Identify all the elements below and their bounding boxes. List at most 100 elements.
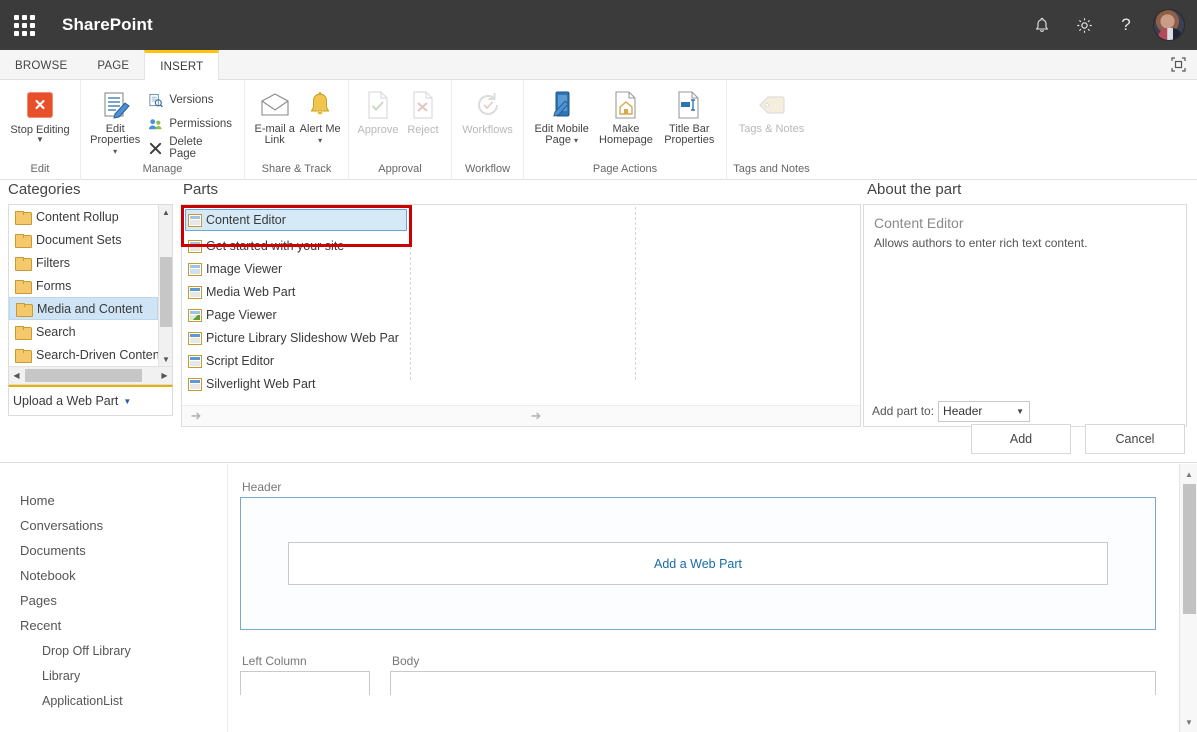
stop-editing-icon: ✕	[27, 88, 53, 122]
edit-mobile-page-button[interactable]: Edit Mobile Page ▾	[530, 84, 593, 146]
part-item-get-started-with-your-site[interactable]: Get started with your site	[186, 235, 344, 257]
nav-item-pages[interactable]: Pages	[0, 588, 227, 613]
web-part-zone-left-column[interactable]: Left Column	[240, 654, 370, 695]
category-item-content-rollup[interactable]: Content Rollup	[9, 205, 158, 228]
chevron-down-icon[interactable]: ▾	[574, 136, 578, 145]
part-item-media-web-part[interactable]: Media Web Part	[186, 281, 295, 303]
web-part-zone-body[interactable]: Body	[390, 654, 1156, 695]
scroll-up-arrow-icon[interactable]: ▲	[159, 205, 172, 219]
alert-me-button[interactable]: Alert Me ▾	[298, 84, 342, 146]
tags-notes-icon	[756, 88, 788, 122]
upload-web-part-button[interactable]: Upload a Web Part ▼	[8, 385, 173, 416]
email-link-button[interactable]: E-mail a Link	[251, 84, 298, 146]
part-label: Content Editor	[206, 213, 286, 227]
edit-properties-button[interactable]: Edit Properties ▾	[87, 84, 143, 157]
app-launcher-icon[interactable]	[10, 11, 38, 39]
scroll-down-arrow-icon[interactable]: ▼	[159, 352, 172, 366]
web-part-zone-header[interactable]: Add a Web Part	[240, 497, 1156, 630]
part-item-silverlight-web-part[interactable]: Silverlight Web Part	[186, 373, 316, 395]
category-label: Search-Driven Content	[36, 347, 158, 362]
categories-horizontal-scrollbar[interactable]: ◀ ▶	[9, 366, 172, 384]
nav-item-drop-off-library[interactable]: Drop Off Library	[0, 638, 227, 663]
cancel-button[interactable]: Cancel	[1085, 424, 1185, 454]
scroll-left-arrow-icon[interactable]: ◀	[9, 367, 24, 384]
add-a-web-part-link[interactable]: Add a Web Part	[288, 542, 1108, 585]
edit-properties-label: Edit Properties	[90, 123, 141, 146]
notifications-icon[interactable]	[1021, 0, 1063, 50]
scrollbar-thumb[interactable]	[160, 257, 172, 327]
settings-gear-icon[interactable]	[1063, 0, 1105, 50]
chevron-down-icon[interactable]: ▾	[113, 147, 117, 156]
nav-item-home[interactable]: Home	[0, 488, 227, 513]
scrollbar-thumb[interactable]	[1183, 484, 1196, 614]
silverlight-icon	[188, 377, 202, 391]
category-item-forms[interactable]: Forms	[9, 274, 158, 297]
ribbon-group-label-page-actions: Page Actions	[592, 163, 658, 175]
zone-stub	[240, 671, 370, 695]
tags-notes-button[interactable]: Tags & Notes	[737, 84, 807, 135]
parts-column-divider	[410, 207, 411, 380]
scroll-up-arrow-icon[interactable]: ▲	[1180, 466, 1197, 482]
chevron-down-icon[interactable]: ▼	[1016, 407, 1024, 416]
title-bar-properties-icon	[675, 88, 703, 122]
nav-item-library[interactable]: Library	[0, 663, 227, 688]
delete-page-button[interactable]: Delete Page	[143, 136, 238, 160]
email-link-icon	[259, 88, 291, 122]
versions-button[interactable]: Versions	[143, 88, 238, 112]
add-part-to-select[interactable]: Header ▼	[938, 400, 1031, 422]
category-item-filters[interactable]: Filters	[9, 251, 158, 274]
sharepoint-page: SharePoint ? BROWSE PAGE INSERT ✕ Stop E…	[0, 0, 1197, 732]
suite-title[interactable]: SharePoint	[62, 15, 153, 35]
part-item-image-viewer[interactable]: Image Viewer	[186, 258, 282, 280]
focus-on-content-icon[interactable]	[1159, 50, 1197, 79]
part-item-script-editor[interactable]: Script Editor	[186, 350, 274, 372]
reject-button[interactable]: Reject	[401, 84, 445, 136]
alert-me-icon	[305, 88, 335, 122]
ribbon-group-label-share-track: Share & Track	[261, 163, 332, 175]
category-label: Media and Content	[37, 301, 143, 316]
nav-item-applicationlist[interactable]: ApplicationList	[0, 688, 227, 713]
scroll-right-arrow-icon[interactable]: ▶	[157, 367, 172, 384]
nav-item-documents[interactable]: Documents	[0, 538, 227, 563]
folder-icon	[15, 325, 32, 340]
chevron-down-icon[interactable]: ▼	[36, 136, 44, 144]
page-vertical-scrollbar[interactable]: ▲ ▼	[1179, 464, 1197, 732]
stop-editing-button[interactable]: ✕ Stop Editing ▼	[6, 84, 74, 144]
nav-item-recent[interactable]: Recent	[0, 613, 227, 638]
parts-prev-page-icon[interactable]: ➜	[186, 408, 206, 424]
scrollbar-thumb[interactable]	[25, 369, 142, 382]
make-homepage-button[interactable]: Make Homepage	[593, 84, 658, 146]
category-item-search-driven-content[interactable]: Search-Driven Content	[9, 343, 158, 366]
parts-pager: ➜ ➜	[182, 405, 860, 426]
part-item-picture-library-slideshow[interactable]: Picture Library Slideshow Web Par	[186, 327, 399, 349]
permissions-button[interactable]: Permissions	[143, 112, 238, 136]
category-item-document-sets[interactable]: Document Sets	[9, 228, 158, 251]
ribbon-tab-browse[interactable]: BROWSE	[0, 50, 82, 79]
nav-item-notebook[interactable]: Notebook	[0, 563, 227, 588]
part-item-page-viewer[interactable]: Page Viewer	[186, 304, 277, 326]
approve-button[interactable]: Approve	[355, 84, 401, 136]
title-bar-properties-button[interactable]: Title Bar Properties	[659, 84, 720, 146]
ribbon-tab-insert[interactable]: INSERT	[144, 50, 220, 81]
parts-next-page-icon[interactable]: ➜	[526, 408, 546, 424]
user-avatar[interactable]	[1153, 9, 1185, 41]
nav-item-conversations[interactable]: Conversations	[0, 513, 227, 538]
approve-icon	[365, 88, 391, 122]
parts-list-box: Content Editor Get started with your sit…	[181, 204, 861, 427]
category-item-media-and-content[interactable]: Media and Content	[9, 297, 158, 320]
reject-icon	[410, 88, 436, 122]
part-item-content-editor[interactable]: Content Editor	[185, 209, 407, 231]
upload-web-part-label: Upload a Web Part	[13, 394, 119, 408]
ribbon-tab-page[interactable]: PAGE	[82, 50, 144, 79]
add-button[interactable]: Add	[971, 424, 1071, 454]
scroll-down-arrow-icon[interactable]: ▼	[1180, 714, 1197, 730]
category-item-search[interactable]: Search	[9, 320, 158, 343]
categories-heading: Categories	[8, 181, 81, 198]
delete-page-icon	[147, 140, 164, 157]
chevron-down-icon[interactable]: ▾	[318, 136, 322, 145]
picker-action-buttons: Add Cancel	[971, 424, 1185, 454]
help-icon[interactable]: ?	[1105, 0, 1147, 50]
workflows-button[interactable]: Workflows	[458, 84, 517, 136]
categories-vertical-scrollbar[interactable]: ▲ ▼	[158, 205, 172, 366]
chevron-down-icon[interactable]: ▼	[123, 397, 131, 406]
